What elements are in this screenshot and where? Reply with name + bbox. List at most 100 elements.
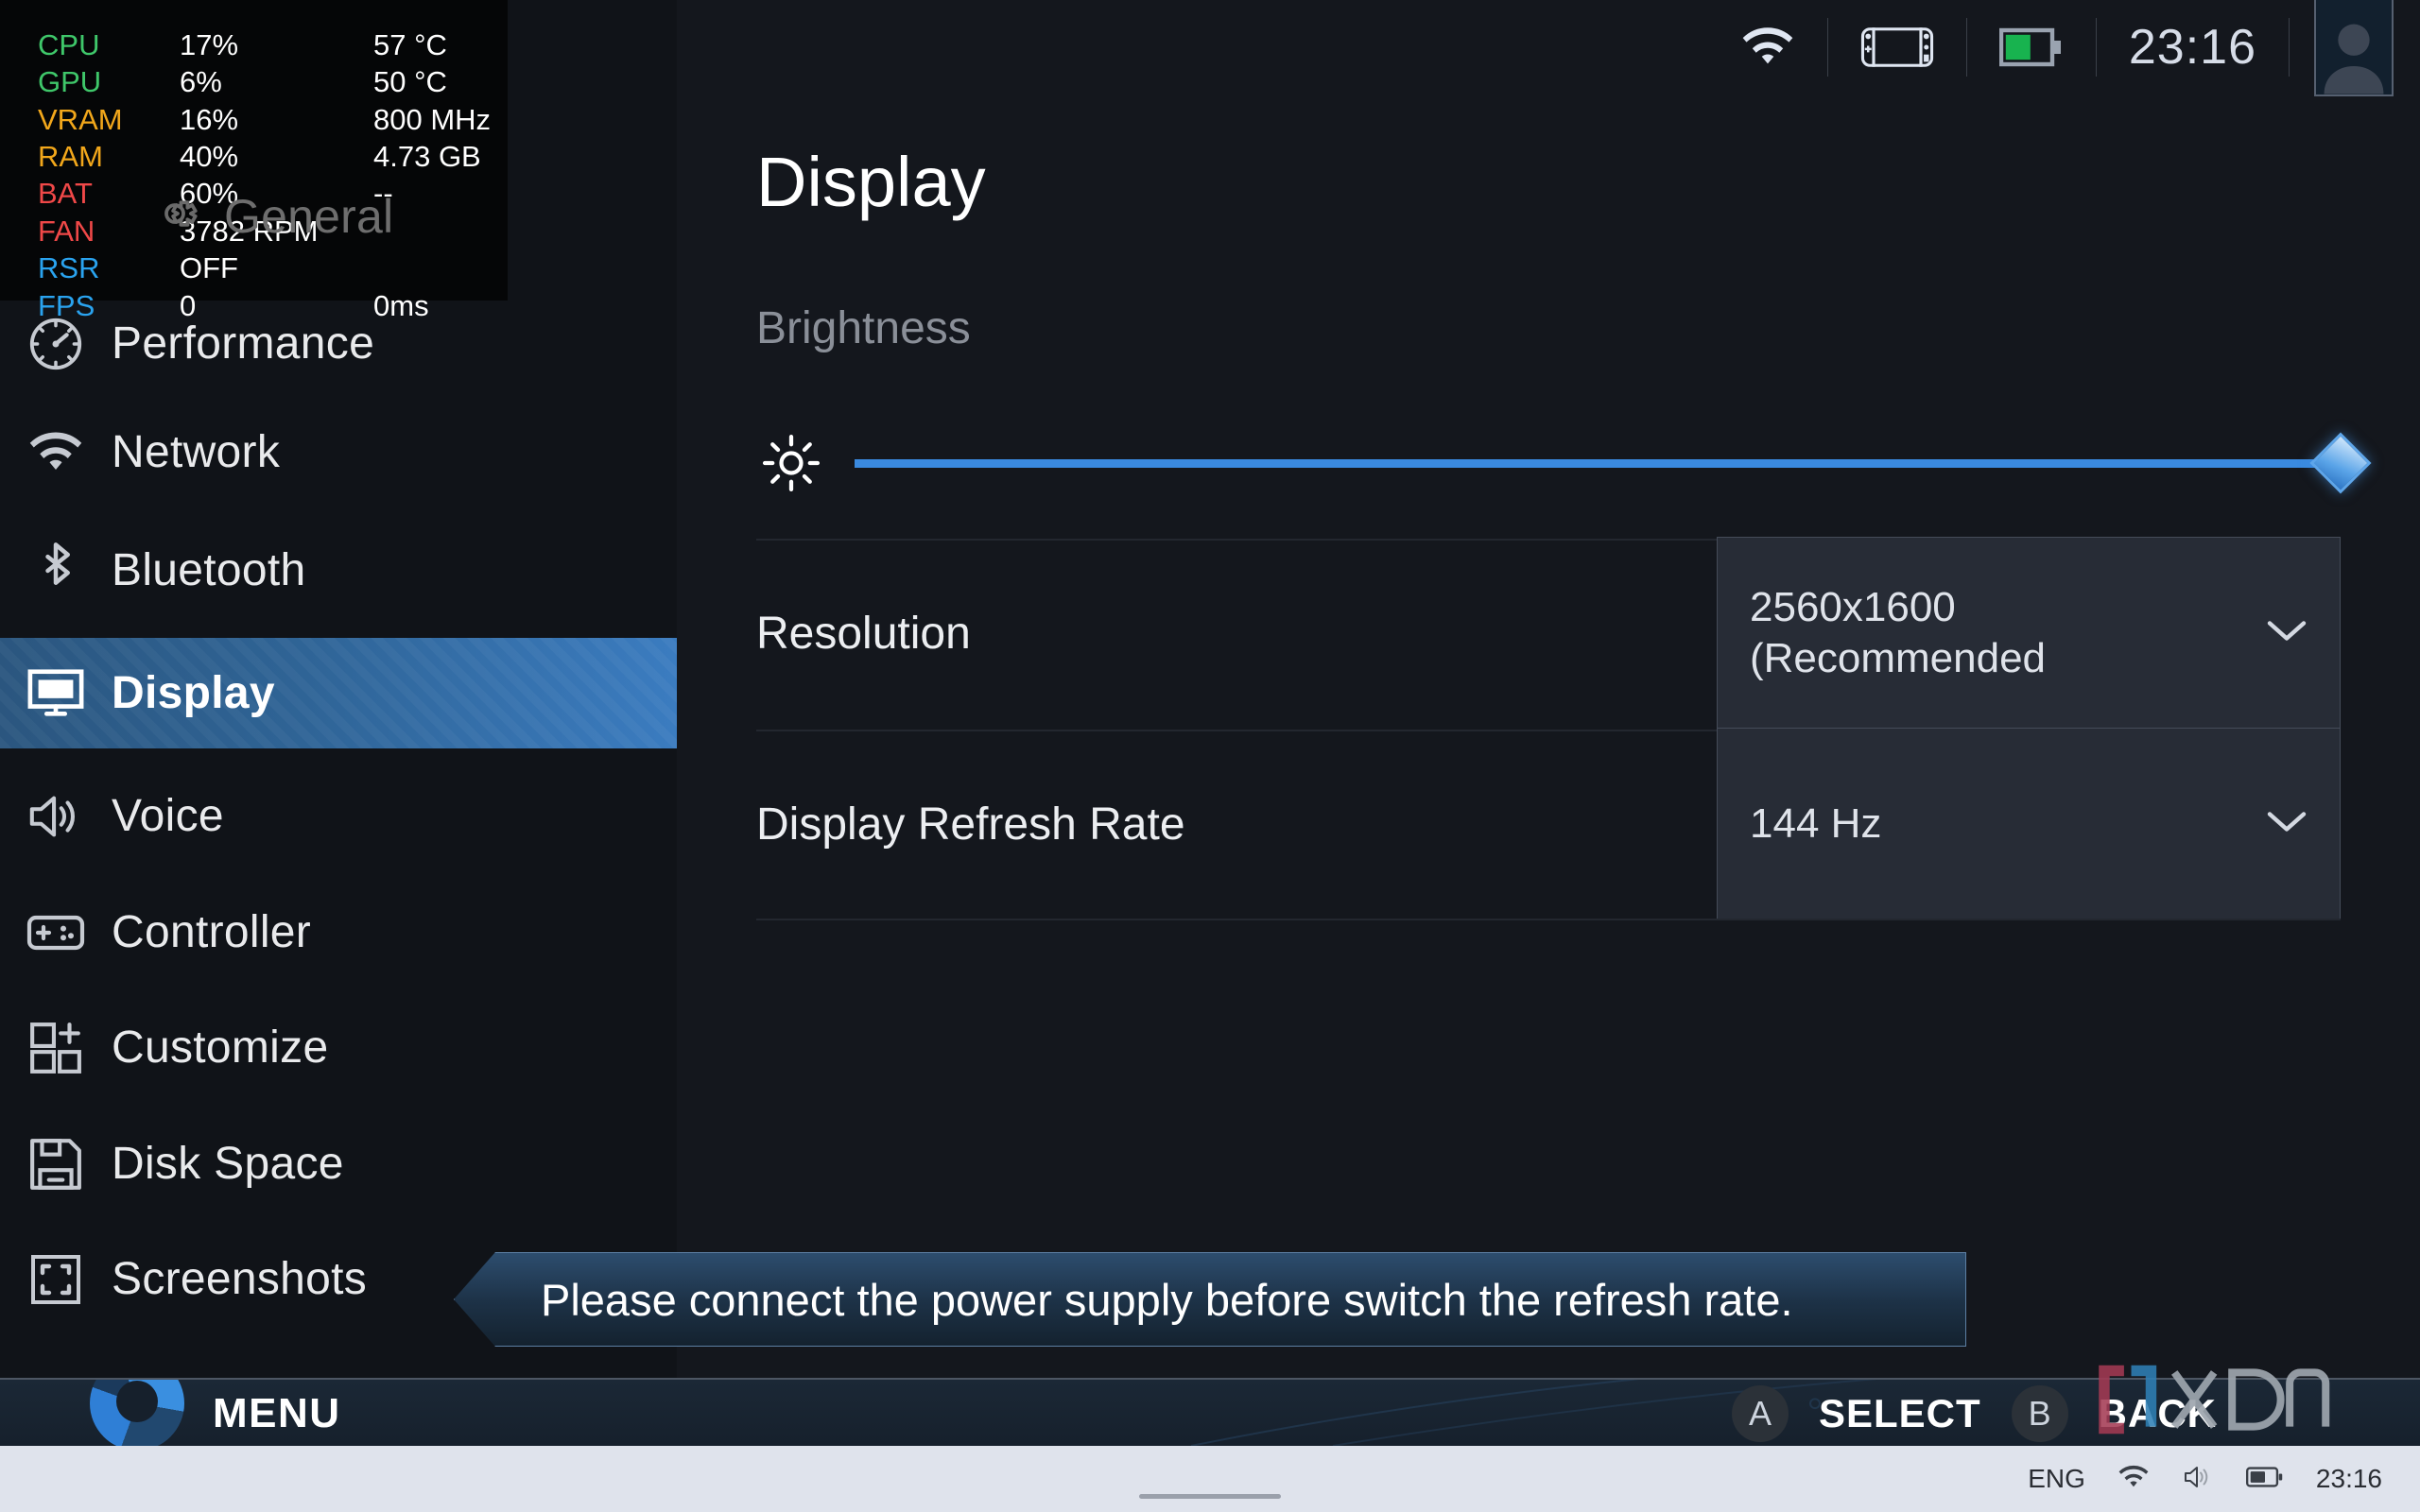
sidebar-item-disk-space[interactable]: Disk Space (0, 1108, 677, 1219)
setting-label-refresh-rate: Display Refresh Rate (756, 799, 1185, 850)
sidebar-item-label: Screenshots (112, 1254, 368, 1304)
bluetooth-icon (0, 539, 112, 603)
monitor-icon (0, 667, 112, 720)
floppy-disk-icon (0, 1137, 112, 1192)
table-row: FAN 3782 RPM (38, 213, 491, 249)
taskbar-drag-handle[interactable] (1139, 1494, 1281, 1499)
refresh-rate-value: 144 Hz (1750, 799, 1882, 847)
stat-label: CPU (38, 28, 100, 61)
brightness-sun-icon (756, 434, 826, 492)
table-row: GPU 6% 50 °C (38, 63, 491, 100)
page-title: Display (756, 143, 986, 221)
stat-label: GPU (38, 65, 102, 99)
battery-icon[interactable] (1967, 15, 2096, 79)
brightness-slider[interactable] (855, 432, 2372, 494)
select-label: SELECT (1818, 1391, 1981, 1435)
wifi-icon[interactable] (2118, 1465, 2150, 1494)
wifi-icon[interactable] (1708, 15, 1827, 79)
chevron-down-icon (2266, 809, 2308, 840)
windows-taskbar: ENG 23:16 (0, 1446, 2420, 1512)
stat-label: RSR (38, 251, 100, 285)
language-indicator[interactable]: ENG (2028, 1464, 2085, 1494)
table-row: VRAM 16% 800 MHz (38, 101, 491, 138)
main-panel: 23:16 Display Brightness Resolution 2560… (677, 0, 2420, 1446)
setting-row-refresh-rate: Display Refresh Rate 144 Hz (756, 728, 2341, 920)
sidebar-item-label: Network (112, 427, 281, 477)
resolution-value: 2560x1600 (Recommended (1750, 583, 2047, 681)
clock-text: 23:16 (2128, 20, 2256, 75)
bottom-action-bar: MENU A SELECT B BACK (0, 1378, 2420, 1446)
stat-value-1: 16% (180, 102, 239, 136)
user-avatar-icon[interactable] (2314, 0, 2394, 96)
table-row: RAM 40% 4.73 GB (38, 138, 491, 175)
stat-value-2: 57 °C (373, 28, 447, 61)
menu-label: MENU (213, 1390, 341, 1436)
grid-plus-icon (0, 1021, 112, 1075)
stat-label: FAN (38, 214, 95, 248)
brightness-label: Brightness (756, 303, 971, 353)
toast-message: Please connect the power supply before s… (541, 1274, 1793, 1325)
stat-value-2: 800 MHz (373, 102, 492, 136)
stat-label: VRAM (38, 102, 123, 136)
speaker-icon[interactable] (2182, 1464, 2214, 1495)
stat-value-2 (373, 249, 491, 286)
sidebar-item-label: Voice (112, 791, 224, 841)
taskbar-clock[interactable]: 23:16 (2316, 1464, 2382, 1494)
stat-value-1: 40% (180, 140, 239, 174)
b-button-badge[interactable]: B (2011, 1385, 2068, 1442)
table-row: CPU 17% 57 °C (38, 26, 491, 63)
overlay-stats-table: CPU 17% 57 °C GPU 6% 50 °C VRAM 16% 800 … (38, 26, 491, 324)
stat-value-2: -- (373, 177, 393, 211)
sidebar-item-label: Bluetooth (112, 545, 306, 595)
stat-value-1: OFF (180, 251, 238, 285)
sidebar-item-network[interactable]: Network (0, 397, 677, 507)
chevron-down-icon (2266, 618, 2308, 649)
speaker-icon (0, 790, 112, 843)
sidebar-item-display[interactable]: Display (0, 638, 677, 748)
app-root: 23:16 Display Brightness Resolution 2560… (0, 0, 2420, 1512)
divider (756, 919, 2341, 920)
menu-logo-icon (90, 1380, 184, 1446)
crop-frame-icon (0, 1253, 112, 1306)
menu-button[interactable]: MENU (90, 1380, 341, 1446)
table-row: RSR OFF (38, 249, 491, 286)
sidebar-item-controller[interactable]: Controller (0, 877, 677, 988)
sidebar-item-label: Disk Space (112, 1139, 344, 1189)
status-separator (2289, 18, 2290, 77)
a-button-badge[interactable]: A (1731, 1385, 1789, 1442)
sidebar-item-label: Display (112, 668, 275, 718)
stat-value-2: 50 °C (373, 65, 447, 99)
sidebar-item-voice[interactable]: Voice (0, 761, 677, 871)
sidebar-item-label: Performance (112, 318, 375, 369)
gamepad-icon (0, 910, 112, 955)
stat-value-2: 0ms (373, 288, 429, 322)
sidebar-item-label: Customize (112, 1022, 329, 1073)
table-row: FPS 0 0ms (38, 287, 491, 324)
stat-value-2 (373, 213, 491, 249)
slider-knob[interactable] (2309, 432, 2372, 494)
slider-fill (855, 458, 2341, 468)
stat-value-1: 0 (180, 288, 197, 322)
stat-value-1: 60% (180, 177, 239, 211)
sidebar-item-customize[interactable]: Customize (0, 992, 677, 1103)
brightness-slider-row (756, 406, 2372, 520)
stat-label: BAT (38, 177, 93, 211)
status-bar: 23:16 (677, 0, 2420, 96)
clock: 23:16 (2097, 15, 2289, 79)
handheld-device-icon[interactable] (1828, 15, 1966, 79)
wifi-icon (0, 431, 112, 474)
stat-label: RAM (38, 140, 103, 174)
stat-value-1: 6% (180, 65, 222, 99)
stat-value-1: 17% (180, 28, 239, 61)
performance-overlay: General CPU 17% 57 °C GPU 6% 50 °C VRAM … (0, 0, 508, 322)
sidebar-item-label: Controller (112, 907, 312, 957)
stat-label: FPS (38, 288, 95, 322)
setting-row-resolution: Resolution 2560x1600 (Recommended (756, 537, 2341, 730)
setting-label-resolution: Resolution (756, 608, 971, 659)
battery-icon[interactable] (2245, 1466, 2284, 1493)
stat-value-2: 4.73 GB (373, 140, 481, 174)
sidebar-item-bluetooth[interactable]: Bluetooth (0, 515, 677, 626)
stat-value-1: 3782 RPM (180, 214, 319, 248)
resolution-dropdown[interactable]: 2560x1600 (Recommended (1717, 537, 2341, 730)
refresh-rate-dropdown[interactable]: 144 Hz (1717, 728, 2341, 920)
